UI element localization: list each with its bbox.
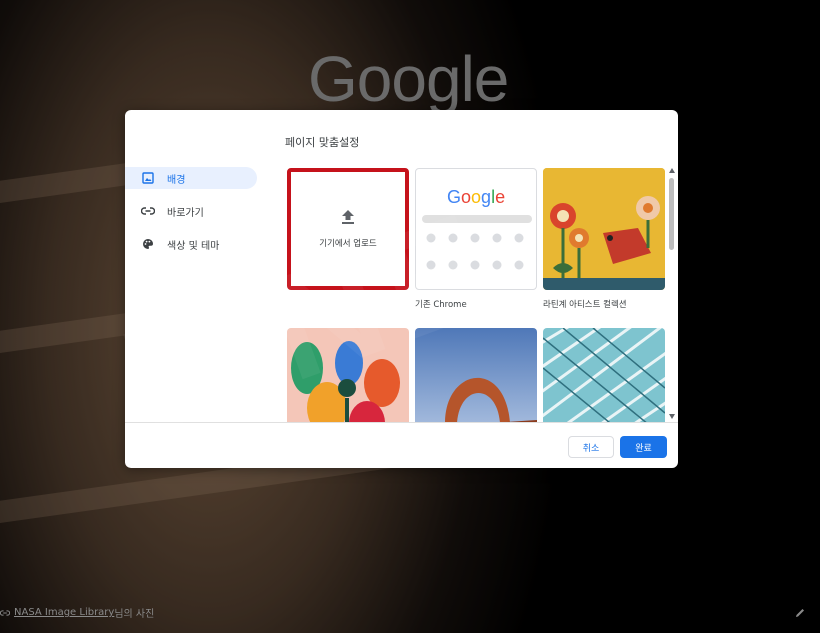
photo-credit: NASA Image Library 님의 사진 <box>0 605 154 620</box>
mini-search-box <box>422 215 532 223</box>
link-icon <box>141 204 155 218</box>
architecture-pattern-tile[interactable] <box>543 328 665 422</box>
nav-label: 바로가기 <box>167 207 204 219</box>
delicate-arch-tile[interactable] <box>415 328 537 422</box>
palette-icon <box>141 237 155 251</box>
mini-google-logo: Google <box>447 187 506 207</box>
colorful-plants-image <box>287 328 409 422</box>
upload-label: 기기에서 업로드 <box>319 239 377 249</box>
link-icon <box>0 609 10 616</box>
scroll-down-arrow-icon <box>669 414 675 419</box>
nav-item-color-theme[interactable]: 색상 및 테마 <box>125 233 257 255</box>
done-button[interactable]: 완료 <box>620 436 667 458</box>
background-icon <box>141 171 155 185</box>
scroll-thumb[interactable] <box>669 178 674 250</box>
background-grid: 기기에서 업로드 Google 기존 Chrome 라틴계 아티스트 컬렉션 <box>285 166 666 422</box>
arch-landscape-image <box>415 328 537 422</box>
nav-item-shortcuts[interactable]: 바로가기 <box>125 200 257 222</box>
scroll-up-arrow-icon <box>669 168 675 173</box>
colorful-plants-tile[interactable] <box>287 328 409 422</box>
cancel-button[interactable]: 취소 <box>568 436 614 458</box>
latin-artists-caption: 라틴계 아티스트 컬렉션 <box>543 300 627 310</box>
edit-pencil-icon[interactable] <box>794 607 806 619</box>
default-chrome-caption: 기존 Chrome <box>415 300 467 310</box>
upload-from-device-tile[interactable]: 기기에서 업로드 <box>287 168 409 290</box>
building-facade-image <box>543 328 665 422</box>
folk-art-image <box>543 168 665 290</box>
upload-icon <box>342 210 354 224</box>
nav-item-background[interactable]: 배경 <box>125 167 257 189</box>
grid-scrollbar[interactable] <box>668 168 675 420</box>
nav-label: 배경 <box>167 174 186 186</box>
customize-dialog: 페이지 맞춤설정 배경 바로가기 색상 및 테마 기기에서 업로드 Google <box>125 110 678 468</box>
shortcut-dots <box>426 233 524 270</box>
footer-divider <box>125 422 678 423</box>
credit-link[interactable]: NASA Image Library <box>14 607 114 618</box>
default-chrome-tile[interactable]: Google <box>415 168 537 290</box>
dialog-title: 페이지 맞춤설정 <box>285 136 360 149</box>
credit-suffix: 님의 사진 <box>114 609 155 620</box>
latin-artists-collection-tile[interactable] <box>543 168 665 290</box>
nav-label: 색상 및 테마 <box>167 240 220 252</box>
